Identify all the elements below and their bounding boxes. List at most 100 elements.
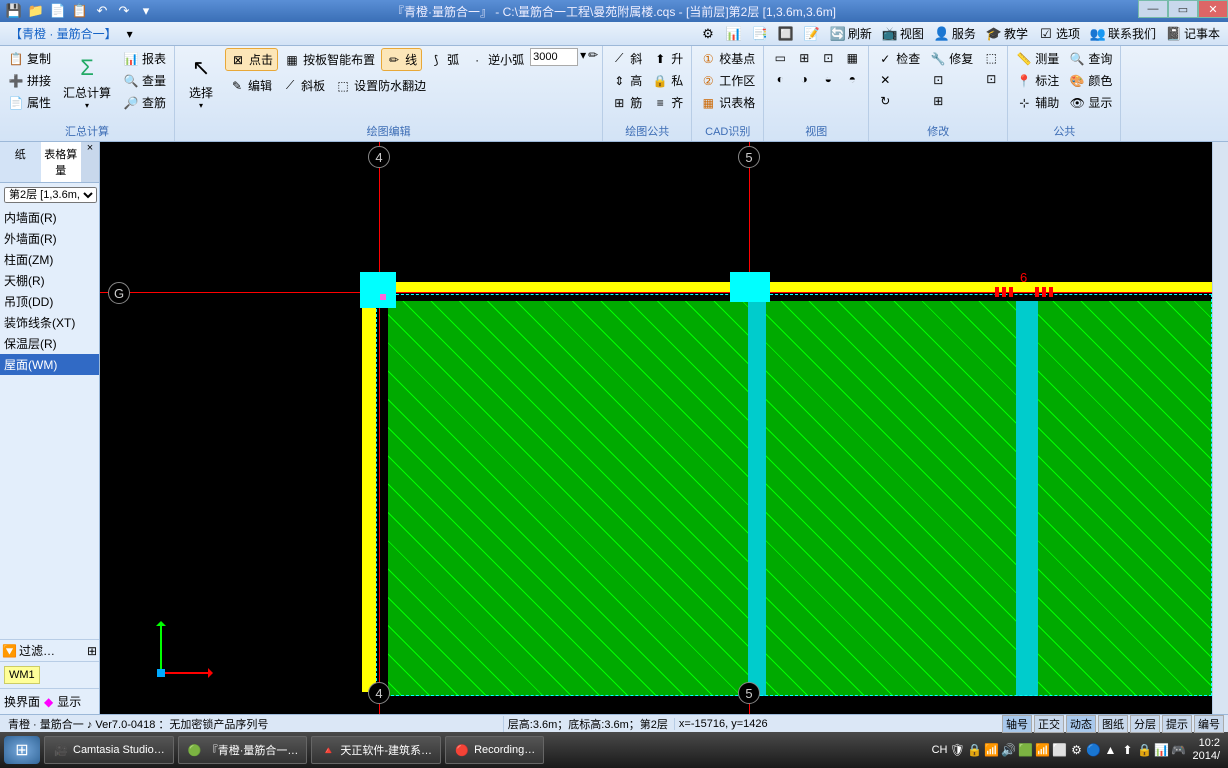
taskbar-item-0[interactable]: 🎥Camtasia Studio… [44, 736, 174, 764]
tray-icon-2[interactable]: 📶 [983, 742, 999, 758]
rb-btn[interactable]: ①校基点 [696, 48, 759, 69]
component-list[interactable]: 内墙面(R)外墙面(R)柱面(ZM)天棚(R)吊顶(DD)装饰线条(XT)保温层… [0, 207, 99, 639]
rb-btn[interactable]: ⊡ [979, 69, 1003, 89]
tray-icon-11[interactable]: 🔒 [1136, 742, 1152, 758]
view-button[interactable]: ▦ [840, 48, 864, 68]
tray-icon-5[interactable]: 📶 [1034, 742, 1050, 758]
menu-item-7[interactable]: 👤服务 [930, 23, 980, 44]
display-button[interactable]: 显示 [57, 693, 81, 710]
rb-btn[interactable]: ⇕高 [607, 70, 646, 91]
qat-undo-icon[interactable]: ↶ [92, 2, 112, 20]
tray-icon-9[interactable]: ▲ [1102, 742, 1118, 758]
sum-calc-button[interactable]: Σ汇总计算▾ [57, 48, 117, 114]
minimize-button[interactable]: — [1138, 0, 1168, 18]
rb-btn[interactable]: 📊报表 [119, 48, 170, 69]
maximize-button[interactable]: ▭ [1168, 0, 1198, 18]
tray-icon-7[interactable]: ⚙ [1068, 742, 1084, 758]
side-tab-paper[interactable]: 纸 [0, 142, 41, 182]
qat-open-icon[interactable]: 📁 [26, 2, 46, 20]
menu-item-0[interactable]: ⚙ [696, 24, 720, 44]
status-toggle-编号[interactable]: 编号 [1194, 715, 1224, 733]
filter-icon[interactable]: 🔽 [2, 644, 17, 658]
rb-btn[interactable]: ✕ [873, 70, 924, 90]
rb-btn[interactable]: ②工作区 [696, 70, 759, 91]
list-item[interactable]: 内墙面(R) [0, 207, 99, 228]
drawing-canvas[interactable]: 4 5 G 6 4 5 [100, 142, 1212, 714]
vertical-scrollbar[interactable] [1212, 142, 1228, 714]
tray-icon-3[interactable]: 🔊 [1000, 742, 1016, 758]
qat-redo-icon[interactable]: ↷ [114, 2, 134, 20]
rb-btn[interactable]: ⊞ [926, 91, 977, 111]
draw-点击-button[interactable]: ⊠点击 [225, 48, 278, 71]
menu-item-11[interactable]: 📓记事本 [1162, 23, 1224, 44]
rb-btn[interactable]: ⟋斜板 [278, 75, 329, 96]
status-toggle-图纸[interactable]: 图纸 [1098, 715, 1128, 733]
status-toggle-轴号[interactable]: 轴号 [1002, 715, 1032, 733]
tray-icon-8[interactable]: 🔵 [1085, 742, 1101, 758]
list-item[interactable]: 吊顶(DD) [0, 291, 99, 312]
view-button[interactable]: ◓ [840, 69, 864, 89]
tray-icon-10[interactable]: ⬆ [1119, 742, 1135, 758]
list-item[interactable]: 屋面(WM) [0, 354, 99, 375]
taskbar-item-3[interactable]: 🔴Recording… [445, 736, 544, 764]
menu-item-2[interactable]: 📑 [748, 24, 772, 44]
rb-btn[interactable]: 🔎查筋 [119, 92, 170, 113]
taskbar-item-1[interactable]: 🟢『青橙·量筋合一… [178, 736, 308, 764]
view-button[interactable]: ◐ [768, 69, 792, 89]
menu-item-3[interactable]: 🔲 [774, 24, 798, 44]
rb-btn[interactable]: ✎编辑 [225, 75, 276, 96]
rb-btn[interactable]: 🎨颜色 [1065, 70, 1116, 91]
rb-btn[interactable]: 📏测量 [1012, 48, 1063, 69]
side-tab-table[interactable]: 表格算量 [41, 142, 82, 182]
rb-btn[interactable]: ⬆升 [648, 48, 687, 69]
language-indicator[interactable]: CH [932, 744, 948, 756]
clock[interactable]: 10:2 2014/ [1188, 737, 1224, 763]
view-button[interactable]: ⊡ [816, 48, 840, 68]
tray-icon-6[interactable]: ⬜ [1051, 742, 1067, 758]
menu-item-10[interactable]: 👥联系我们 [1086, 23, 1160, 44]
view-button[interactable]: ▭ [768, 48, 792, 68]
view-button[interactable]: ⊞ [792, 48, 816, 68]
menu-item-6[interactable]: 📺视图 [878, 23, 928, 44]
draw-弧-button[interactable]: ⟆弧 [424, 48, 463, 71]
rb-btn[interactable]: ➕拼接 [4, 70, 55, 91]
menu-item-5[interactable]: 🔄刷新 [826, 23, 876, 44]
start-button[interactable]: ⊞ [4, 736, 40, 764]
rb-btn[interactable]: 🔍查量 [119, 70, 170, 91]
select-button[interactable]: ↖选择▾ [179, 48, 223, 114]
length-input[interactable] [530, 48, 578, 66]
status-toggle-正交[interactable]: 正交 [1034, 715, 1064, 733]
qat-new-icon[interactable]: 📄 [48, 2, 68, 20]
qat-paste-icon[interactable]: 📋 [70, 2, 90, 20]
draw-按板智能布置-button[interactable]: ▦按板智能布置 [280, 48, 379, 71]
menu-item-9[interactable]: ☑选项 [1034, 23, 1084, 44]
draw-线-button[interactable]: ✏线 [381, 48, 422, 71]
rb-btn[interactable]: 🔒私 [648, 70, 687, 91]
switch-ui-button[interactable]: 换界面 [4, 693, 40, 710]
view-button[interactable]: ◒ [816, 69, 840, 89]
rb-btn[interactable]: ⊞筋 [607, 92, 646, 113]
rb-btn[interactable]: ▦识表格 [696, 92, 759, 113]
draw-逆小弧-button[interactable]: ·逆小弧 [465, 48, 528, 71]
rb-btn[interactable]: ⬚设置防水翻边 [331, 75, 430, 96]
rb-btn[interactable]: ⬚ [979, 48, 1003, 68]
qat-dropdown-icon[interactable]: ▾ [136, 2, 156, 20]
list-item[interactable]: 柱面(ZM) [0, 249, 99, 270]
list-item[interactable]: 外墙面(R) [0, 228, 99, 249]
menu-dropdown-icon[interactable]: ▾ [127, 27, 133, 41]
rb-btn[interactable]: 📋复制 [4, 48, 55, 69]
wm-tag[interactable]: WM1 [4, 666, 40, 684]
tray-icon-12[interactable]: 📊 [1153, 742, 1169, 758]
taskbar-item-2[interactable]: 🔺天正软件-建筑系… [311, 736, 441, 764]
rb-btn[interactable]: 📍标注 [1012, 70, 1063, 91]
qat-save-icon[interactable]: 💾 [4, 2, 24, 20]
tray-icon-13[interactable]: 🎮 [1170, 742, 1186, 758]
rb-btn[interactable]: 👁显示 [1065, 92, 1116, 113]
rb-btn[interactable]: ≡齐 [648, 92, 687, 113]
rb-btn[interactable]: ⊹辅助 [1012, 92, 1063, 113]
status-toggle-动态[interactable]: 动态 [1066, 715, 1096, 733]
floor-selector[interactable]: 第2层 [1,3.6m, [4, 187, 97, 203]
tray-icon-1[interactable]: 🔒 [966, 742, 982, 758]
rb-btn[interactable]: 📄属性 [4, 92, 55, 113]
view-button[interactable]: ◑ [792, 69, 816, 89]
